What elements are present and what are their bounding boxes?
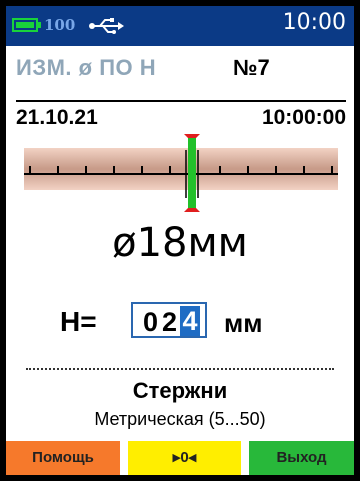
measurement-number: №7 <box>233 55 270 80</box>
depth-unit: мм <box>224 308 263 338</box>
depth-label: H= <box>60 306 97 337</box>
help-button[interactable]: Помощь <box>6 441 120 475</box>
device-screen: 100 10:00 ИЗМ. ø ПО H №7 21.10.21 10:00:… <box>6 6 354 475</box>
clock: 10:00 <box>282 10 346 35</box>
battery-tip <box>38 22 41 28</box>
diameter-readout: ø18мм <box>112 220 248 266</box>
device-frame: 100 10:00 ИЗМ. ø ПО H №7 21.10.21 10:00:… <box>0 0 360 481</box>
depth-digit[interactable]: 2 <box>162 307 177 338</box>
battery-percent: 100 <box>44 16 76 34</box>
battery-icon <box>12 18 38 32</box>
depth-digit-active[interactable]: 4 <box>180 306 200 336</box>
rebar-graphic <box>24 130 338 212</box>
rebar-rod <box>24 148 338 190</box>
softkey-bar: Помощь ▸0◂ Выход <box>6 441 354 475</box>
material-name: Стержни <box>132 378 228 403</box>
time: 10:00:00 <box>261 106 346 129</box>
material-grade: Метрическая (5...50) <box>94 409 266 429</box>
dotted-divider <box>26 368 334 370</box>
exit-button[interactable]: Выход <box>249 441 354 475</box>
measurement-mode: ИЗМ. ø ПО H <box>16 55 157 80</box>
datetime-row: 21.10.21 10:00:00 <box>16 100 346 132</box>
cursor-marker <box>184 134 200 212</box>
status-bar: 100 10:00 <box>6 6 354 46</box>
measurement-mode-row: ИЗМ. ø ПО H №7 <box>16 55 346 85</box>
usb-icon <box>89 18 124 34</box>
date: 21.10.21 <box>16 106 98 129</box>
depth-input[interactable]: 0 2 4 <box>131 302 207 338</box>
zero-button[interactable]: ▸0◂ <box>128 441 241 475</box>
depth-digit[interactable]: 0 <box>143 307 158 338</box>
